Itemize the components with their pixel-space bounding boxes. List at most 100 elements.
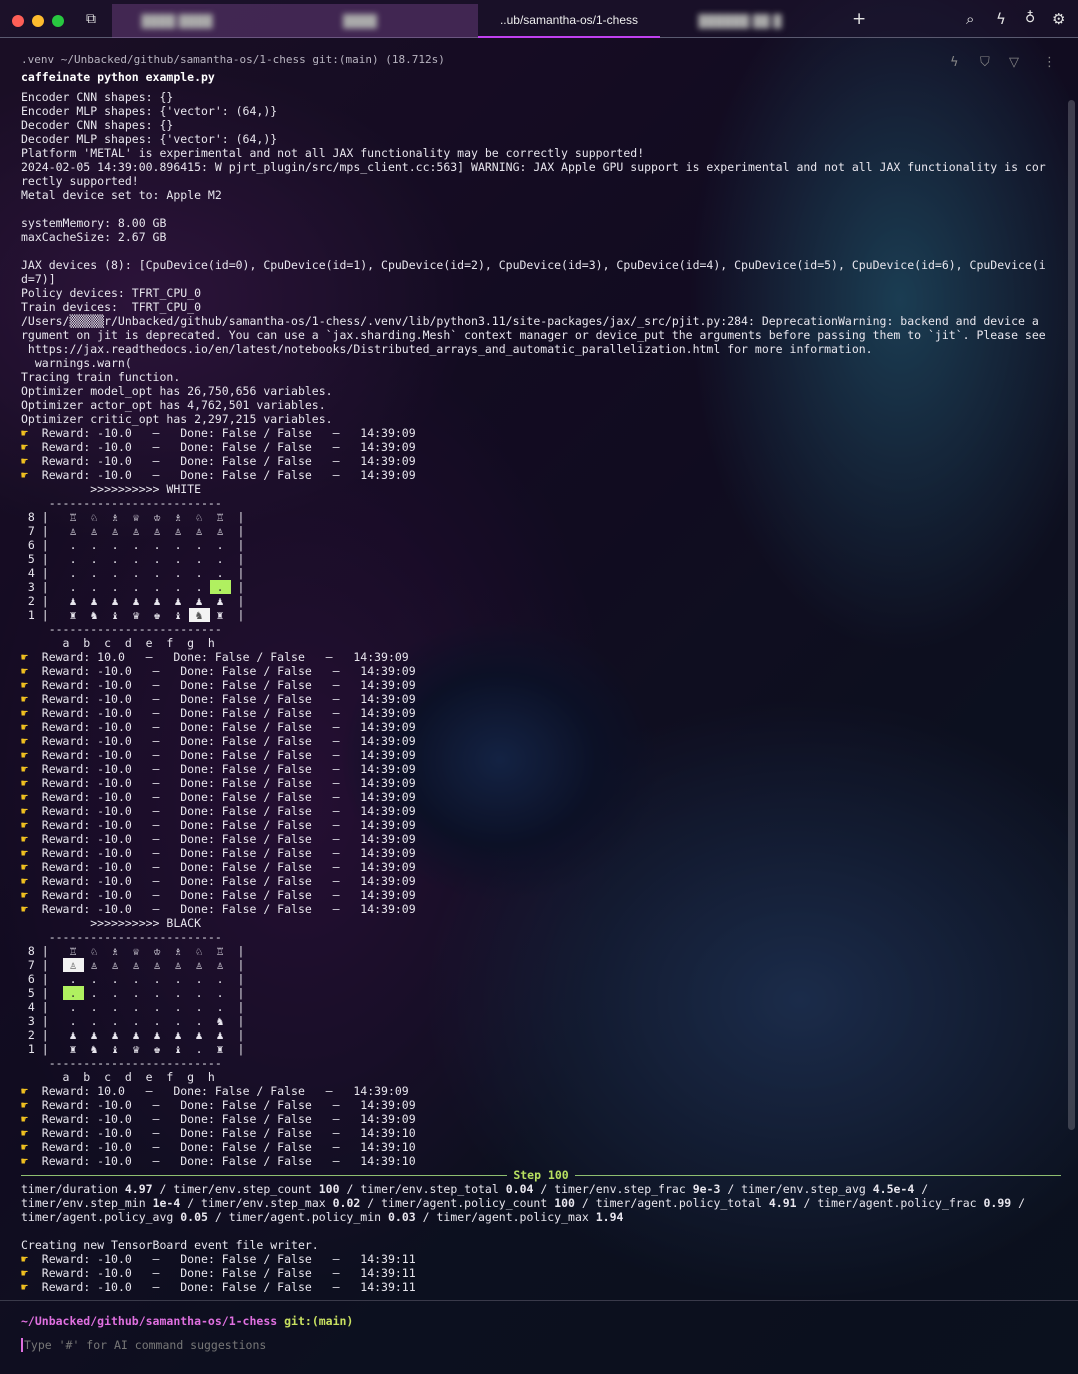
- board-square: .: [90, 972, 98, 986]
- step-divider: Step 100: [21, 1168, 1062, 1182]
- reward-text: Reward: -10.0 — Done: False / False — 14…: [41, 468, 416, 482]
- board-rank-row: 4 | ........ |: [21, 1000, 1061, 1014]
- board-border: -------------------------: [21, 1056, 222, 1070]
- board-square: ♚: [153, 1042, 161, 1056]
- new-tab-button[interactable]: +: [852, 9, 866, 29]
- separator: /: [796, 1196, 818, 1210]
- board-square: ♟: [90, 1028, 98, 1042]
- pointing-hand-icon: ☛: [21, 440, 42, 454]
- reward-text: Reward: -10.0 — Done: False / False — 14…: [41, 678, 416, 692]
- board-rank-row: 2 | ♟ ♟ ♟ ♟ ♟ ♟ ♟ ♟ |: [21, 1028, 1061, 1042]
- tabs-panel-icon[interactable]: ⧉: [86, 11, 96, 27]
- board-edge: |: [230, 958, 245, 972]
- board-square: ♟: [195, 594, 203, 608]
- reward-text: Reward: -10.0 — Done: False / False — 14…: [41, 720, 416, 734]
- timer-value: 4.5e-4: [872, 1182, 915, 1196]
- separator: /: [1011, 1196, 1032, 1210]
- rank-label: 5 |: [21, 552, 49, 566]
- minimize-window-button[interactable]: [32, 15, 44, 27]
- reward-line: ☛ Reward: -10.0 — Done: False / False — …: [21, 748, 1061, 762]
- separator: /: [339, 1182, 361, 1196]
- reward-text: Reward: -10.0 — Done: False / False — 14…: [41, 1126, 416, 1140]
- rank-label: 5 |: [21, 986, 49, 1000]
- pointing-hand-icon: ☛: [21, 734, 42, 748]
- board-rank-row: 1 | ♜ ♞ ♝ ♛ ♚ ♝. ♜ |: [21, 1042, 1061, 1056]
- reward-text: Reward: -10.0 — Done: False / False — 14…: [41, 776, 416, 790]
- board-square: ♗: [111, 944, 119, 958]
- board-square: .: [132, 986, 140, 1000]
- search-icon[interactable]: ⌕: [966, 10, 974, 28]
- tab-1[interactable]: ████ ████: [112, 4, 242, 38]
- board-square: .: [90, 538, 98, 552]
- board-rank-row: 8 | ♖ ♘ ♗ ♕ ♔ ♗ ♘ ♖ |: [21, 510, 1061, 524]
- timer-value: 100: [318, 1182, 340, 1196]
- board-square: .: [174, 1014, 182, 1028]
- reward-line: ☛ Reward: -10.0 — Done: False / False — …: [21, 734, 1061, 748]
- board-square: ♘: [195, 510, 203, 524]
- board-square: ♟: [90, 594, 98, 608]
- board-edge: |: [230, 986, 245, 1000]
- board-square: ♘: [90, 510, 98, 524]
- close-window-button[interactable]: [12, 15, 24, 27]
- board-square: .: [111, 580, 119, 594]
- reward-line: ☛ Reward: -10.0 — Done: False / False — …: [21, 846, 1061, 860]
- board-square: .: [174, 552, 182, 566]
- board-square: .: [153, 538, 161, 552]
- board-square: ♙: [111, 524, 119, 538]
- lightbulb-icon[interactable]: ♁: [1025, 10, 1035, 26]
- board-rank-row: 7 | ♙ ♙ ♙ ♙ ♙ ♙ ♙ ♙ |: [21, 958, 1061, 972]
- command-input[interactable]: Type '#' for AI command suggestions: [21, 1338, 266, 1352]
- reward-line: ☛ Reward: -10.0 — Done: False / False — …: [21, 776, 1061, 790]
- board-square: .: [174, 972, 182, 986]
- board-square: ♗: [174, 510, 182, 524]
- board-rank-row: 2 | ♟ ♟ ♟ ♟ ♟ ♟ ♟ ♟ |: [21, 594, 1061, 608]
- board-square: .: [195, 1000, 203, 1014]
- board-square: ♙: [216, 958, 224, 972]
- tab-active[interactable]: ..ub/samantha-os/1-chess: [478, 4, 660, 38]
- reward-text: Reward: -10.0 — Done: False / False — 14…: [41, 440, 416, 454]
- board-square: ♝: [174, 608, 182, 622]
- tab-4[interactable]: ██████ ██ █: [660, 4, 820, 38]
- board-square: .: [216, 538, 224, 552]
- board-square: ♙: [132, 958, 140, 972]
- more-options-icon[interactable]: ⋮: [1043, 55, 1056, 70]
- board-square: .: [174, 538, 182, 552]
- output-line: Creating new TensorBoard event file writ…: [21, 1238, 319, 1252]
- board-edge: |: [230, 580, 245, 594]
- tab-2[interactable]: ████: [242, 4, 478, 38]
- board-square: .: [174, 986, 182, 1000]
- block-lightning-icon[interactable]: ϟ: [950, 55, 959, 70]
- reward-line: ☛ Reward: -10.0 — Done: False / False — …: [21, 790, 1061, 804]
- zoom-window-button[interactable]: [52, 15, 64, 27]
- gear-icon[interactable]: ⚙: [1052, 10, 1065, 28]
- reward-line: ☛ Reward: -10.0 — Done: False / False — …: [21, 762, 1061, 776]
- separator: /: [533, 1182, 555, 1196]
- board-edge: |: [230, 510, 245, 524]
- lightning-icon[interactable]: ϟ: [996, 10, 1006, 28]
- output-line: Metal device set to: Apple M2: [21, 188, 222, 202]
- bookmark-icon[interactable]: ⛉: [980, 55, 990, 70]
- timer-line: timer/duration 4.97 / timer/env.step_cou…: [21, 1182, 1061, 1196]
- timer-line: timer/agent.policy_avg 0.05 / timer/agen…: [21, 1210, 1061, 1224]
- board-square: .: [132, 972, 140, 986]
- output-line: Tracing train function.: [21, 370, 181, 384]
- terminal-output: Encoder CNN shapes: {} Encoder MLP shapes…: [21, 90, 1062, 1294]
- board-square: .: [111, 538, 119, 552]
- output-line: Optimizer actor_opt has 4,762,501 variab…: [21, 398, 326, 412]
- board-square: ♖: [216, 510, 224, 524]
- board-edge: |: [230, 524, 245, 538]
- board-edge: |: [230, 1042, 245, 1056]
- board-square: ♙: [195, 524, 203, 538]
- pointing-hand-icon: ☛: [21, 818, 42, 832]
- pointing-hand-icon: ☛: [21, 846, 42, 860]
- rank-label: 7 |: [21, 524, 49, 538]
- scrollbar[interactable]: [1068, 100, 1075, 1130]
- prompt-path: ~/Unbacked/github/samantha-os/1-chess: [21, 1314, 278, 1328]
- reward-text: Reward: 10.0 — Done: False / False — 14:…: [41, 650, 409, 664]
- filter-icon[interactable]: ▽: [1009, 55, 1019, 70]
- board-square: ♟: [174, 594, 182, 608]
- pointing-hand-icon: ☛: [21, 762, 42, 776]
- board-square: ♘: [195, 944, 203, 958]
